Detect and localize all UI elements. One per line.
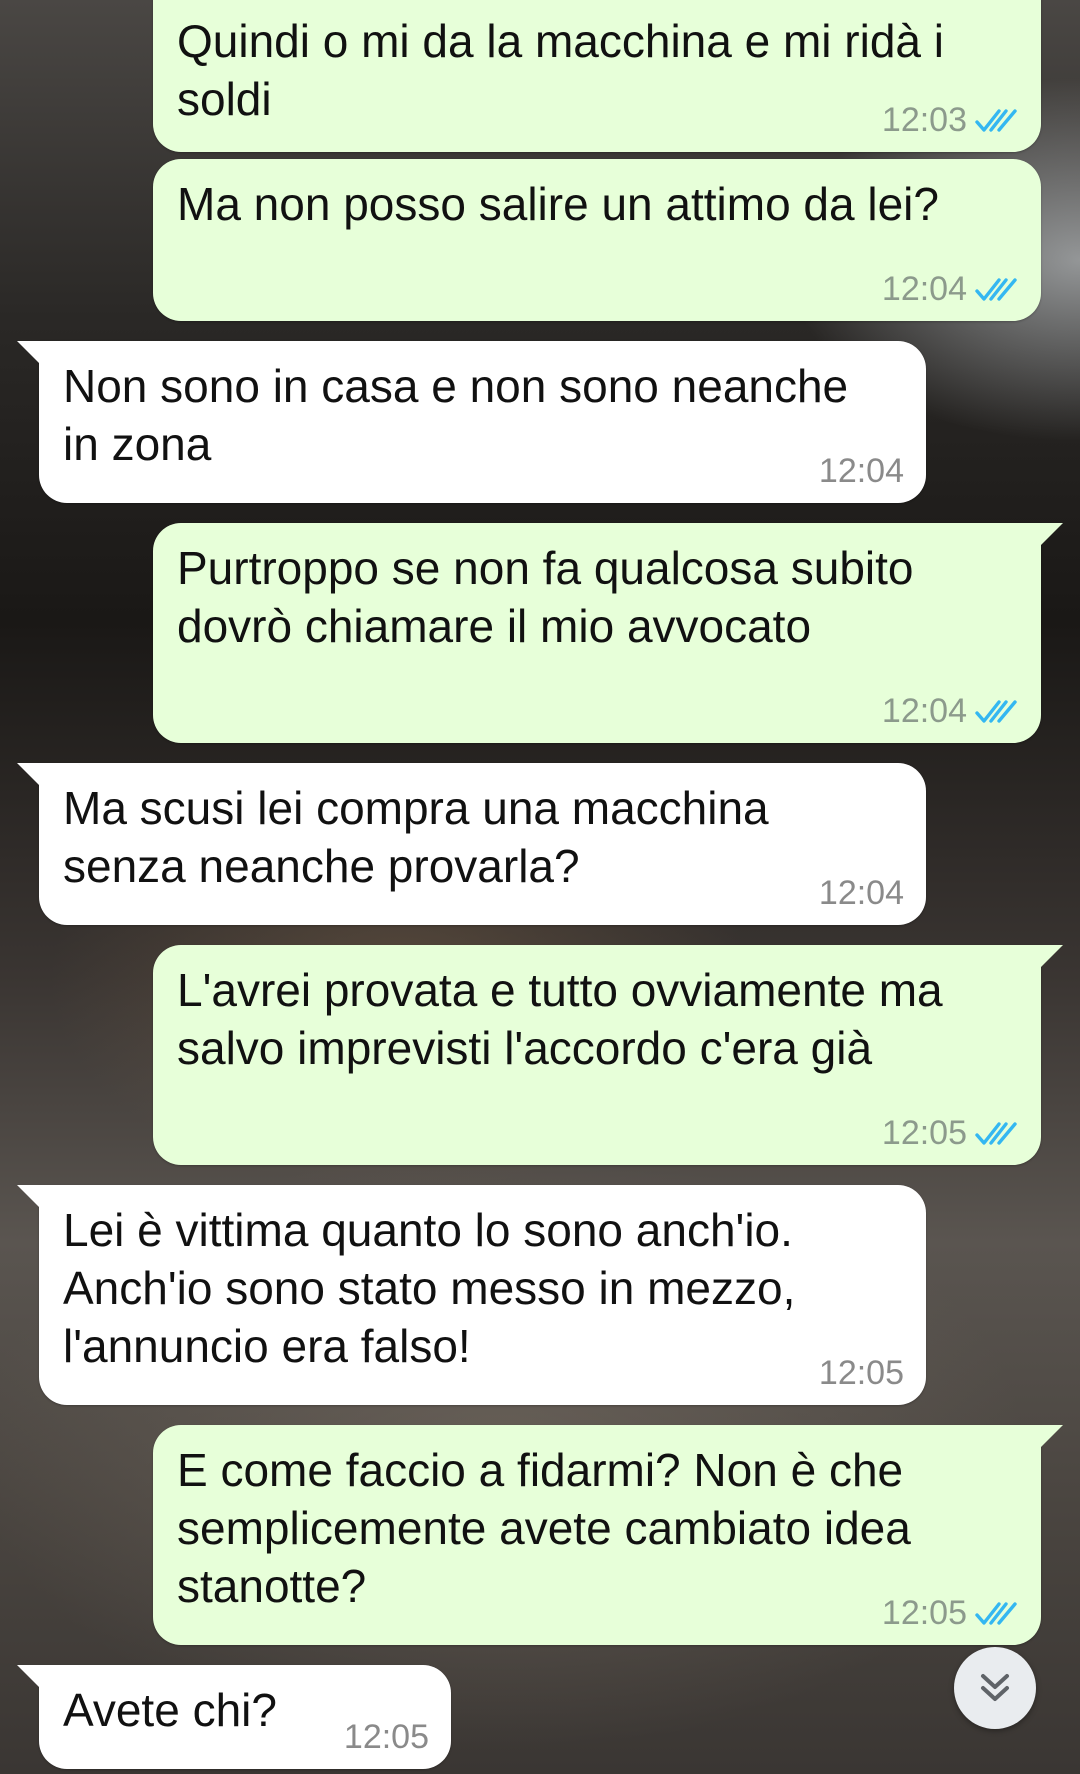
message-meta: 12:03	[882, 101, 1019, 140]
bubble-tail	[1039, 523, 1063, 547]
message-bubble-outgoing[interactable]: Ma non posso salire un attimo da lei? 12…	[153, 159, 1041, 321]
message-text: Non sono in casa e non sono neanche in z…	[63, 360, 849, 470]
message-meta: 12:05	[819, 1354, 904, 1393]
message-bubble-incoming[interactable]: Ma scusi lei compra una macchina senza n…	[17, 763, 926, 925]
message-meta: 12:04	[882, 692, 1019, 731]
message-bubble-outgoing[interactable]: Quindi o mi da la macchina e mi ridà i s…	[153, 0, 1041, 152]
message-time: 12:05	[343, 1718, 429, 1756]
message-time: 12:04	[818, 874, 904, 912]
message-meta: 12:04	[819, 874, 904, 913]
message-time: 12:05	[881, 1114, 967, 1152]
message-time: 12:04	[818, 452, 904, 490]
message-text: L'avrei provata e tutto ovviamente ma sa…	[177, 964, 943, 1074]
scroll-to-bottom-button[interactable]	[954, 1647, 1036, 1729]
bubble-tail	[1039, 1425, 1063, 1449]
message-time: 12:04	[881, 270, 967, 308]
message-meta: 12:04	[882, 270, 1019, 309]
message-bubble-outgoing[interactable]: Purtroppo se non fa qualcosa subito dovr…	[153, 523, 1063, 743]
message-meta: 12:05	[882, 1594, 1019, 1633]
message-bubble-outgoing[interactable]: E come faccio a fidarmi? Non è che sempl…	[153, 1425, 1063, 1645]
bubble-tail	[17, 1185, 41, 1209]
message-bubble-incoming[interactable]: Non sono in casa e non sono neanche in z…	[17, 341, 926, 503]
bubble-tail	[1039, 945, 1063, 969]
message-text: Lei è vittima quanto lo sono anch'io. An…	[63, 1204, 796, 1372]
bubble-tail	[17, 763, 41, 787]
message-bubble-incoming[interactable]: Avete chi? 12:05	[17, 1665, 451, 1769]
message-time: 12:03	[881, 101, 967, 139]
message-text: Purtroppo se non fa qualcosa subito dovr…	[177, 542, 914, 652]
message-time: 12:05	[818, 1354, 904, 1392]
double-check-read-icon	[975, 1121, 1017, 1145]
message-text: Ma scusi lei compra una macchina senza n…	[63, 782, 769, 892]
bubble-tail	[17, 1665, 41, 1689]
double-check-read-icon	[975, 1601, 1017, 1625]
chat-message-list[interactable]: Quindi o mi da la macchina e mi ridà i s…	[0, 0, 1080, 1774]
double-chevron-down-icon	[981, 1674, 1009, 1701]
message-meta: 12:05	[344, 1718, 429, 1757]
bubble-tail	[17, 341, 41, 365]
message-text: Ma non posso salire un attimo da lei?	[177, 178, 939, 230]
message-text: E come faccio a fidarmi? Non è che sempl…	[177, 1444, 911, 1612]
double-check-read-icon	[975, 108, 1017, 132]
message-meta: 12:05	[882, 1114, 1019, 1153]
message-meta: 12:04	[819, 452, 904, 491]
double-check-read-icon	[975, 699, 1017, 723]
message-bubble-incoming[interactable]: Lei è vittima quanto lo sono anch'io. An…	[17, 1185, 926, 1405]
message-time: 12:04	[881, 692, 967, 730]
message-bubble-outgoing[interactable]: L'avrei provata e tutto ovviamente ma sa…	[153, 945, 1063, 1165]
double-check-read-icon	[975, 277, 1017, 301]
message-time: 12:05	[881, 1594, 967, 1632]
